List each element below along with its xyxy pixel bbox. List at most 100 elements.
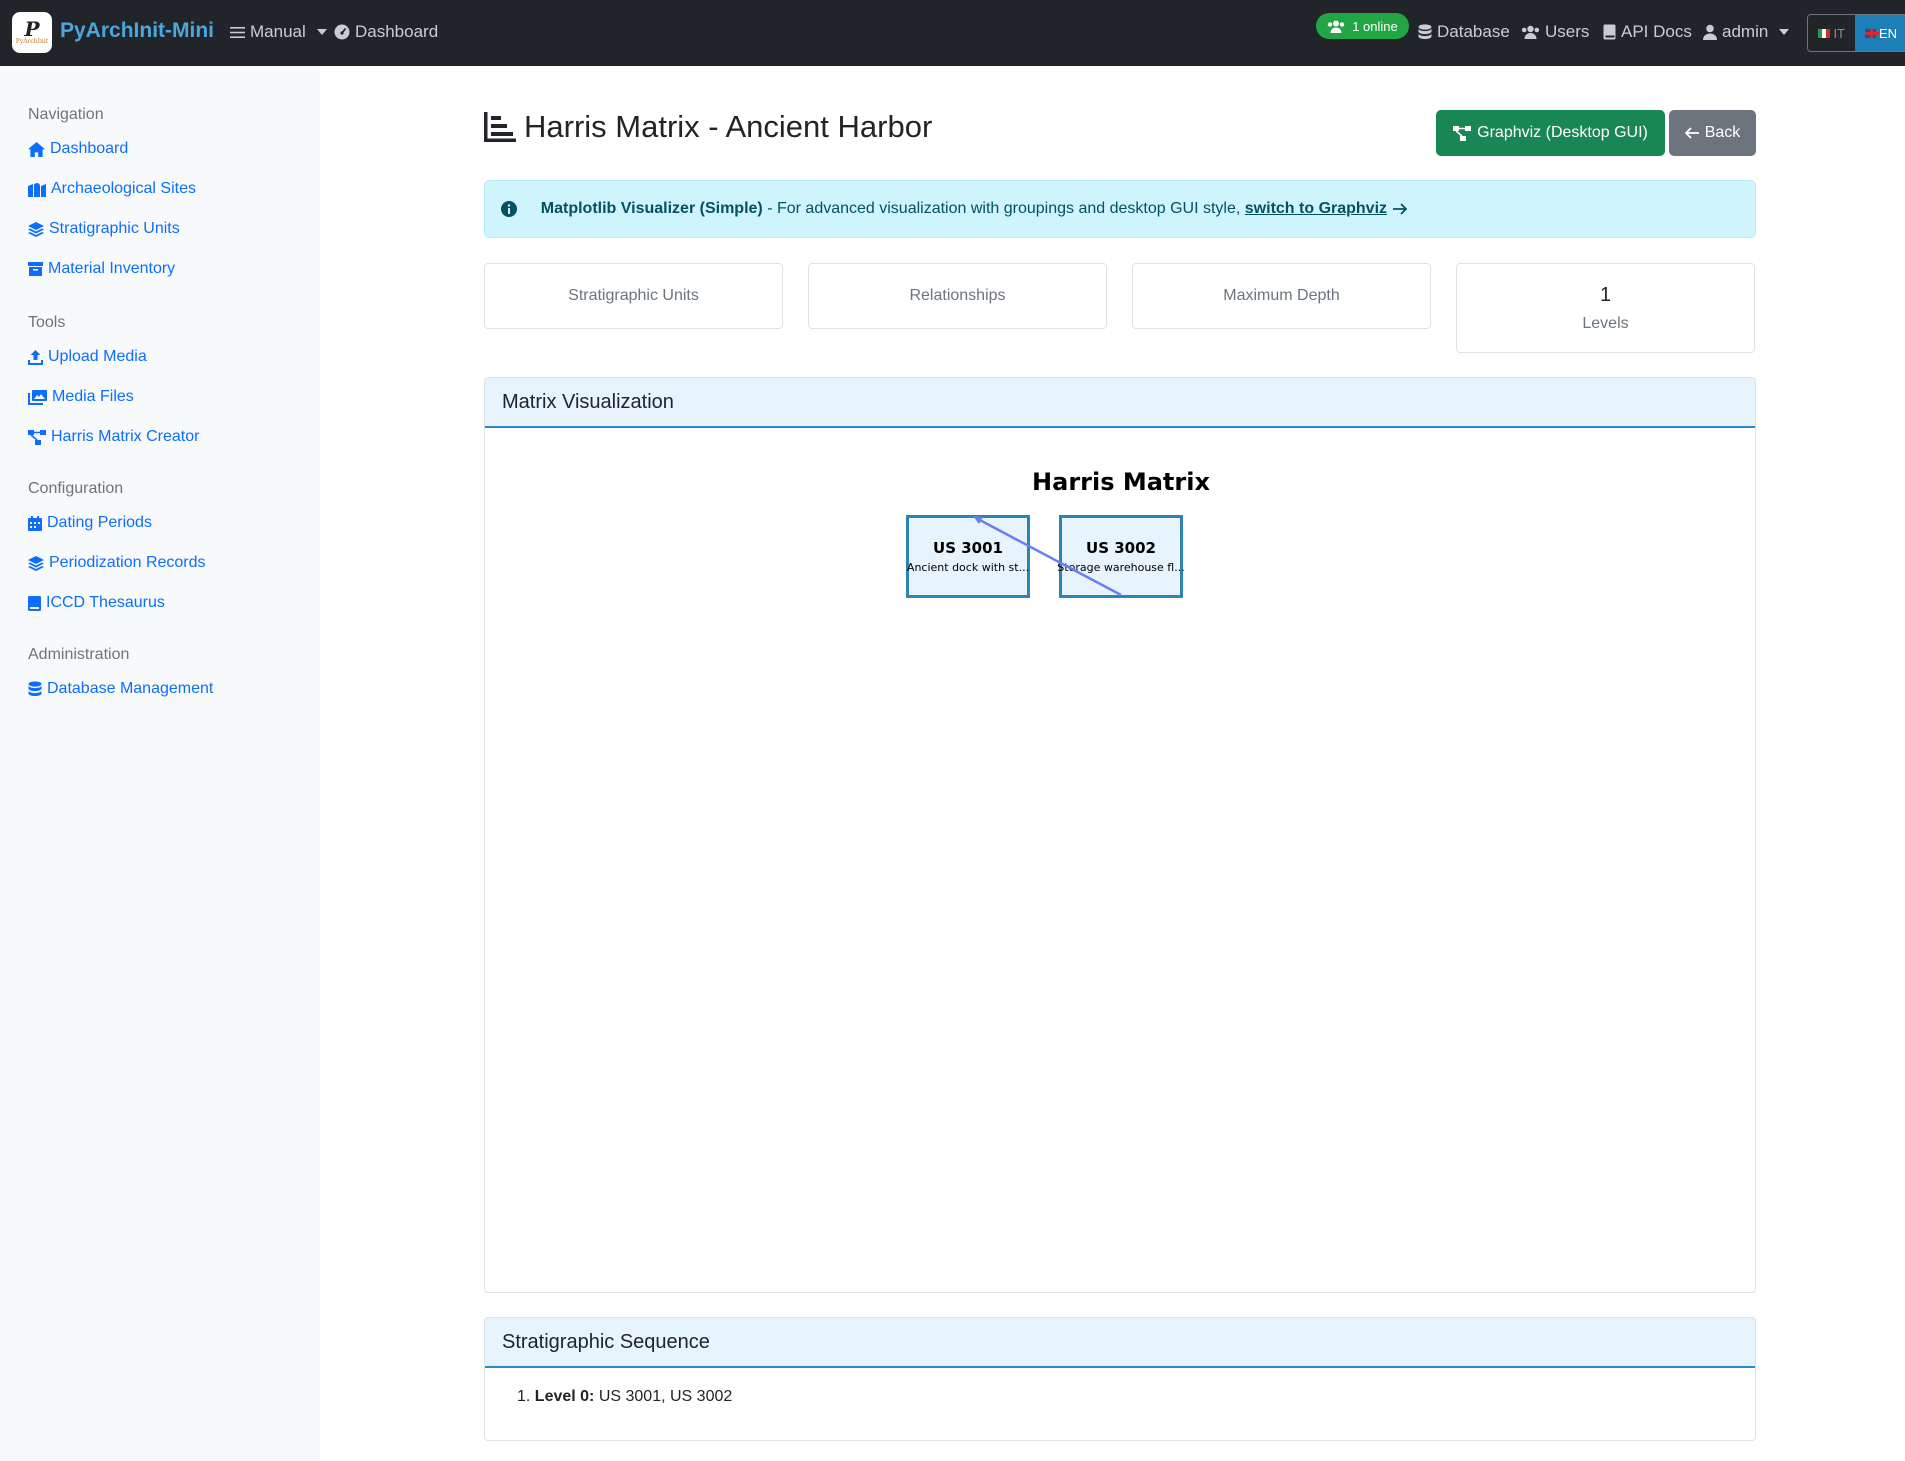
archive-box-icon [28, 262, 43, 276]
users-icon [1328, 20, 1345, 33]
stat-card-levels: 1 Levels [1456, 263, 1755, 353]
graphviz-button[interactable]: Graphviz (Desktop GUI) [1436, 110, 1665, 156]
matrix-visualization-card: Matrix Visualization Harris Matrix US 30… [484, 377, 1756, 1293]
sidebar-item-label: Media Files [52, 388, 134, 405]
nav-dashboard-label: Dashboard [355, 22, 439, 41]
book-icon [1603, 24, 1616, 40]
sidebar-item-label: Dating Periods [47, 514, 152, 531]
lang-en-button[interactable]: EN [1855, 15, 1905, 51]
home-icon [28, 141, 45, 157]
stat-label: Relationships [909, 287, 1006, 304]
lang-en-label: EN [1878, 25, 1897, 41]
sidebar-item-label: Database Management [47, 680, 214, 697]
brand-logo-letter: P [24, 17, 40, 41]
alert-text: - For advanced visualization with groupi… [762, 200, 1245, 217]
users-icon [1521, 25, 1540, 39]
map-location-icon [28, 182, 46, 197]
sidebar-item-upload-media[interactable]: Upload Media [28, 348, 147, 366]
switch-to-graphviz-link[interactable]: switch to Graphviz [1245, 200, 1387, 217]
page-title-text: Harris Matrix - Ancient Harbor [524, 109, 933, 144]
sidebar-item-dating-periods[interactable]: Dating Periods [28, 514, 152, 532]
chevron-down-icon [1779, 29, 1790, 35]
uk-flag-icon [1865, 28, 1879, 38]
sidebar-item-label: Stratigraphic Units [49, 220, 180, 237]
sidebar-item-dashboard[interactable]: Dashboard [28, 140, 128, 158]
matrix-canvas: Harris Matrix US 3001 Ancient dock with … [485, 428, 1755, 1292]
nav-users[interactable]: Users [1521, 22, 1589, 42]
sequence-list: 1. Level 0: US 3001, US 3002 [485, 1368, 1755, 1406]
database-icon [28, 681, 42, 697]
sidebar-item-archaeological-sites[interactable]: Archaeological Sites [28, 180, 196, 198]
info-circle-icon [501, 201, 517, 217]
sidebar-item-label: Periodization Records [49, 554, 206, 571]
graphviz-button-label: Graphviz (Desktop GUI) [1477, 124, 1648, 141]
upload-icon [28, 349, 43, 365]
nav-api-docs[interactable]: API Docs [1603, 22, 1692, 42]
layer-group-icon [28, 221, 44, 237]
database-icon [1418, 24, 1432, 40]
diagram-project-icon [28, 429, 46, 445]
sidebar-item-label: Dashboard [50, 140, 129, 157]
list-item: 1. Level 0: US 3001, US 3002 [517, 1388, 733, 1405]
italy-flag-icon [1818, 28, 1831, 38]
sidebar-heading-administration: Administration [28, 646, 130, 663]
top-navbar: P PyArchInit PyArchInit-Mini Manual Dash… [0, 0, 1905, 66]
diagram-project-icon [1453, 125, 1472, 141]
stat-card-maximum-depth: Maximum Depth [1132, 263, 1431, 329]
sidebar: Navigation Dashboard Archaeological Site… [0, 66, 320, 1461]
user-icon [1703, 24, 1717, 40]
sidebar-item-stratigraphic-units[interactable]: Stratigraphic Units [28, 220, 180, 238]
sidebar-item-label: Upload Media [48, 348, 147, 365]
nav-manual-label: Manual [250, 22, 306, 41]
images-icon [28, 389, 47, 405]
sidebar-item-iccd-thesaurus[interactable]: ICCD Thesaurus [28, 594, 165, 612]
stratigraphic-sequence-card: Stratigraphic Sequence 1. Level 0: US 30… [484, 1317, 1756, 1441]
nav-user-label: admin [1722, 22, 1769, 41]
nav-user-dropdown[interactable]: admin [1703, 22, 1790, 42]
list-icon [230, 26, 245, 38]
nav-users-label: Users [1545, 22, 1590, 41]
book-icon [28, 595, 41, 611]
gauge-icon [334, 24, 350, 40]
card-header: Matrix Visualization [485, 378, 1755, 428]
sidebar-item-label: ICCD Thesaurus [46, 594, 165, 611]
sidebar-item-material-inventory[interactable]: Material Inventory [28, 260, 175, 278]
brand-name[interactable]: PyArchInit-Mini [60, 19, 214, 43]
chevron-down-icon [316, 29, 327, 35]
sidebar-item-label: Material Inventory [48, 260, 176, 277]
stat-label: Maximum Depth [1223, 287, 1340, 304]
card-header: Stratigraphic Sequence [485, 1318, 1755, 1368]
language-switcher: IT EN [1807, 14, 1905, 52]
level-label: Level 0: [534, 1388, 595, 1405]
back-button[interactable]: Back [1669, 110, 1756, 156]
nav-database-label: Database [1437, 22, 1510, 41]
stat-card-stratigraphic-units: Stratigraphic Units [484, 263, 783, 329]
arrow-right-icon [1393, 203, 1408, 215]
sidebar-item-media-files[interactable]: Media Files [28, 388, 134, 406]
nav-database[interactable]: Database [1418, 22, 1510, 42]
nav-api-docs-label: API Docs [1621, 22, 1692, 41]
lang-it-button[interactable]: IT [1808, 15, 1855, 51]
layer-group-icon [28, 555, 44, 571]
sidebar-item-harris-matrix-creator[interactable]: Harris Matrix Creator [28, 428, 199, 446]
brand-logo[interactable]: P PyArchInit [12, 12, 52, 53]
relationship-edge [973, 516, 1122, 597]
stat-value: 1 [1599, 283, 1612, 306]
sidebar-heading-configuration: Configuration [28, 480, 124, 497]
level-units: US 3001, US 3002 [594, 1388, 733, 1405]
sidebar-item-label: Archaeological Sites [51, 180, 196, 197]
nav-dashboard[interactable]: Dashboard [334, 22, 438, 42]
calendar-icon [28, 515, 42, 531]
stat-card-relationships: Relationships [808, 263, 1107, 329]
back-button-label: Back [1704, 124, 1741, 141]
lang-it-label: IT [1833, 25, 1845, 41]
nav-manual-dropdown[interactable]: Manual [230, 22, 327, 42]
sidebar-item-periodization-records[interactable]: Periodization Records [28, 554, 206, 572]
sidebar-item-database-management[interactable]: Database Management [28, 680, 213, 698]
stat-label: Stratigraphic Units [568, 287, 699, 304]
chart-gantt-icon [484, 112, 516, 142]
stat-label: Levels [1582, 314, 1629, 332]
page-title: Harris Matrix - Ancient Harbor [484, 109, 932, 145]
sidebar-heading-tools: Tools [28, 314, 66, 331]
sidebar-item-label: Harris Matrix Creator [51, 428, 200, 445]
